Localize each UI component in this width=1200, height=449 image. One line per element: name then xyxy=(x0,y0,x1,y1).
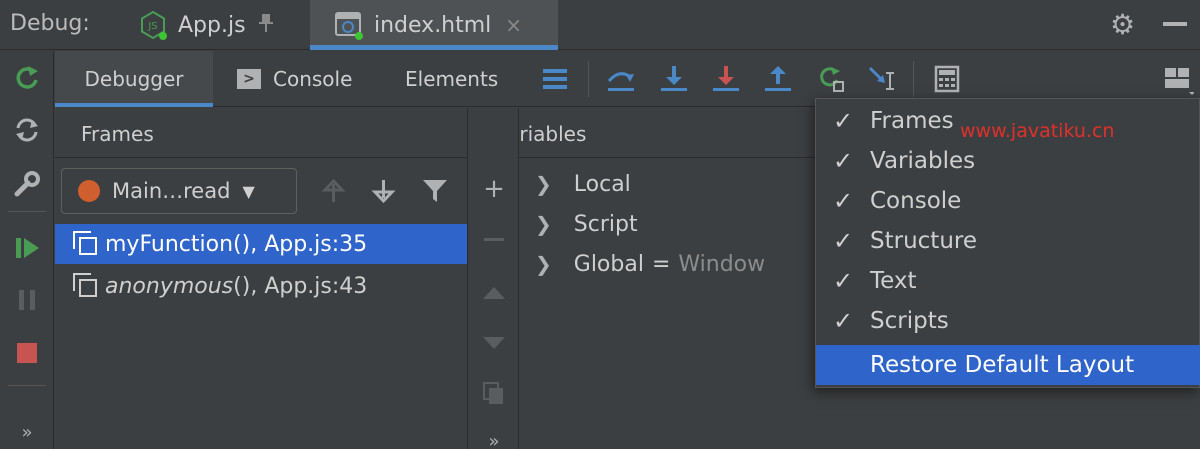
toolbar-separator xyxy=(588,61,589,97)
frame-function: anonymous xyxy=(105,273,234,299)
frames-header: Frames xyxy=(55,108,467,158)
menu-item-label: Scripts xyxy=(870,308,949,334)
menu-item-label: Console xyxy=(870,188,962,214)
copy-icon[interactable] xyxy=(479,378,509,408)
chevron-right-icon[interactable]: ❯ xyxy=(535,212,552,236)
tab-label: App.js xyxy=(178,12,246,38)
filter-icon[interactable] xyxy=(422,178,448,208)
gear-icon[interactable]: ⚙ xyxy=(1110,8,1135,41)
tab-label: Console xyxy=(273,67,353,91)
variable-value: Window xyxy=(678,251,766,277)
layout-settings-icon[interactable] xyxy=(1162,63,1194,95)
step-out-icon[interactable] xyxy=(762,63,794,95)
restart-frame-icon[interactable] xyxy=(815,63,847,95)
close-icon[interactable]: × xyxy=(505,13,522,37)
remove-watch-icon[interactable] xyxy=(479,224,509,254)
frame-icon xyxy=(73,273,99,299)
console-icon: > xyxy=(237,69,261,89)
variables-side-toolbar: + » xyxy=(469,108,519,449)
toolbar-separator xyxy=(8,385,46,386)
force-step-into-icon[interactable] xyxy=(710,63,742,95)
pin-icon[interactable] xyxy=(258,13,274,38)
watermark: www.javatiku.cn xyxy=(960,120,1115,142)
more-icon[interactable]: » xyxy=(479,426,509,449)
stop-icon[interactable] xyxy=(10,336,44,370)
pause-icon[interactable] xyxy=(10,283,44,317)
menu-item-label: Frames xyxy=(870,108,954,134)
frame-function-parens: () xyxy=(233,273,251,299)
evaluate-expression-icon[interactable] xyxy=(931,63,963,95)
show-execution-point-icon[interactable] xyxy=(539,63,571,95)
menu-item-structure[interactable]: ✓ Structure xyxy=(816,221,1200,261)
variable-equals: = xyxy=(651,251,671,277)
restart-frame-icon[interactable] xyxy=(10,113,44,147)
nodejs-icon: JS xyxy=(138,10,168,40)
run-to-cursor-icon[interactable] xyxy=(866,63,898,95)
frame-row[interactable]: anonymous(), App.js:43 xyxy=(55,266,467,306)
tab-index-html[interactable]: index.html × xyxy=(310,0,558,50)
debug-label: Debug: xyxy=(10,11,90,36)
check-icon: ✓ xyxy=(832,187,854,215)
minimize-icon[interactable] xyxy=(1163,22,1187,26)
add-watch-icon[interactable]: + xyxy=(479,174,509,204)
arrow-down-icon[interactable] xyxy=(371,178,397,208)
thread-selector[interactable]: Main…read ▼ xyxy=(61,168,297,214)
chevron-down-icon: ▼ xyxy=(242,181,255,201)
menu-item-scripts[interactable]: ✓ Scripts xyxy=(816,301,1200,341)
tab-label: Debugger xyxy=(84,67,184,91)
toolbar-separator xyxy=(913,61,914,97)
variable-row[interactable]: ❯ Global = Window xyxy=(535,244,765,284)
restore-default-layout-item[interactable]: Restore Default Layout xyxy=(816,345,1200,385)
menu-item-label: Structure xyxy=(870,228,977,254)
frame-row[interactable]: myFunction(), App.js:35 xyxy=(55,224,467,264)
menu-item-label: Variables xyxy=(870,148,976,174)
tab-label: index.html xyxy=(374,12,492,38)
rerun-icon[interactable] xyxy=(10,61,44,95)
menu-item-variables[interactable]: ✓ Variables xyxy=(816,141,1200,181)
variable-row[interactable]: ❯ Local xyxy=(535,164,631,204)
more-icon[interactable]: » xyxy=(10,415,44,449)
wrench-icon[interactable] xyxy=(10,167,44,201)
step-into-icon[interactable] xyxy=(658,63,690,95)
frame-function: myFunction() xyxy=(105,231,251,257)
toolbar-separator xyxy=(8,211,46,212)
tab-label: Elements xyxy=(405,67,499,91)
tab-elements[interactable]: Elements xyxy=(405,51,498,107)
arrow-up-icon[interactable] xyxy=(321,178,347,208)
tab-app-js[interactable]: JS App.js xyxy=(138,0,274,50)
resume-icon[interactable] xyxy=(10,231,44,265)
menu-item-text[interactable]: ✓ Text xyxy=(816,261,1200,301)
frame-icon xyxy=(73,231,99,257)
menu-item-label: Text xyxy=(870,268,917,294)
check-icon: ✓ xyxy=(832,227,854,255)
frame-location: , App.js:35 xyxy=(250,231,368,257)
frame-location: , App.js:43 xyxy=(250,273,368,299)
chevron-right-icon[interactable]: ❯ xyxy=(535,252,552,276)
variable-row[interactable]: ❯ Script xyxy=(535,204,638,244)
chevron-right-icon[interactable]: ❯ xyxy=(535,172,552,196)
tab-console[interactable]: > Console xyxy=(237,51,352,107)
check-icon: ✓ xyxy=(832,147,854,175)
debug-tool-window-header: Debug: JS App.js index.html × ⚙ xyxy=(0,0,1200,50)
menu-item-console[interactable]: ✓ Console xyxy=(816,181,1200,221)
step-over-icon[interactable] xyxy=(605,63,637,95)
variable-name: Local xyxy=(573,171,631,197)
frames-panel: Frames Main…read ▼ myFunction(), App.js:… xyxy=(55,108,468,449)
variable-name: Global xyxy=(573,251,644,277)
active-tab-indicator xyxy=(310,45,558,50)
check-icon: ✓ xyxy=(832,267,854,295)
move-down-icon[interactable] xyxy=(479,328,509,358)
html-file-icon xyxy=(334,10,364,40)
check-icon: ✓ xyxy=(832,107,854,135)
tab-debugger[interactable]: Debugger xyxy=(55,51,213,107)
left-toolbar: » xyxy=(0,51,54,449)
thread-status-icon xyxy=(78,180,100,202)
thread-name: Main…read xyxy=(112,179,231,203)
svg-text:JS: JS xyxy=(147,21,157,32)
variable-name: Script xyxy=(573,211,638,237)
active-tab-indicator xyxy=(55,103,213,107)
move-up-icon[interactable] xyxy=(479,278,509,308)
check-icon: ✓ xyxy=(832,307,854,335)
